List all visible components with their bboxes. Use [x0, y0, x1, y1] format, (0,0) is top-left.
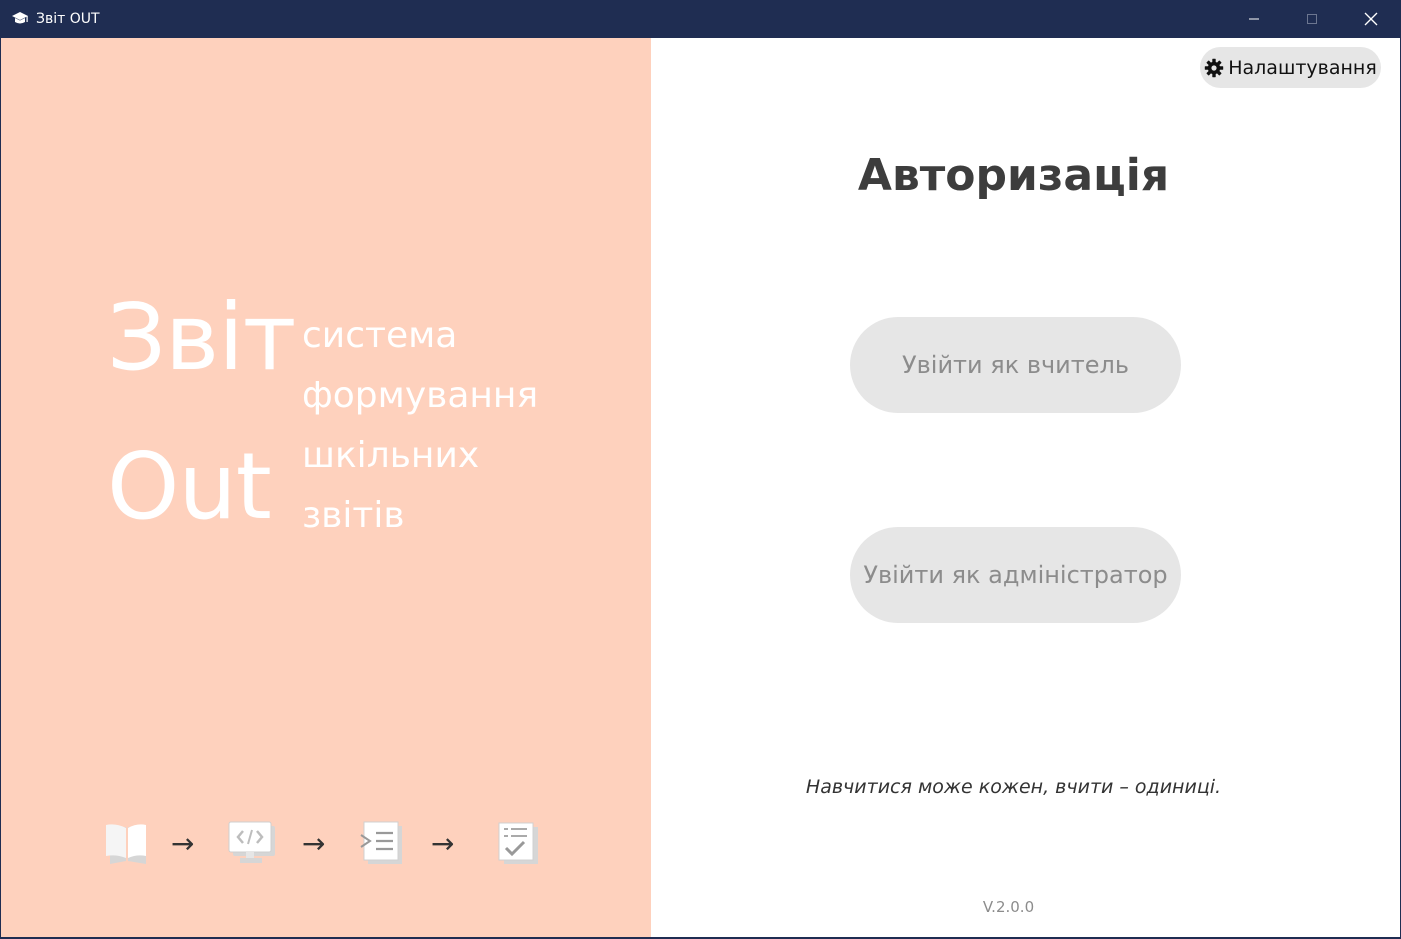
workflow-arrow: → [431, 827, 455, 860]
login-admin-button[interactable]: Увійти як адміністратор [850, 527, 1181, 623]
tagline-line: система [302, 315, 458, 356]
app-window: Звіт OUT Звіт Out система формування шкі… [0, 0, 1401, 939]
minimize-icon [1249, 18, 1259, 20]
settings-button[interactable]: Налаштування [1200, 47, 1381, 88]
close-icon [1364, 12, 1378, 26]
checklist-icon [498, 822, 538, 864]
motto-quote: Навчитися може кожен, вчити – одиниці. [805, 776, 1222, 798]
maximize-button[interactable] [1283, 0, 1341, 38]
tagline-line: шкільних [302, 435, 480, 476]
import-list-icon [360, 821, 402, 864]
version-label: V.2.0.0 [982, 898, 1035, 916]
settings-label: Налаштування [1228, 56, 1377, 79]
logo-word-out: Out [107, 433, 272, 540]
close-button[interactable] [1342, 0, 1400, 38]
gear-icon [1205, 58, 1224, 77]
graduation-cap-icon [12, 12, 28, 24]
window-title: Звіт OUT [36, 11, 100, 27]
book-icon [106, 824, 146, 864]
tagline: система формування шкільних звітів [302, 306, 642, 546]
maximize-icon [1307, 14, 1317, 24]
code-monitor-icon [228, 821, 275, 863]
workflow-arrow: → [171, 827, 195, 860]
tagline-line: звітів [302, 495, 405, 536]
page-title: Авторизація [857, 150, 1170, 201]
logo-word-zvit: Звіт [107, 284, 296, 391]
minimize-button[interactable] [1225, 0, 1283, 38]
tagline-line: формування [302, 375, 539, 416]
login-teacher-button[interactable]: Увійти як вчитель [850, 317, 1181, 413]
workflow-arrow: → [302, 827, 326, 860]
title-bar: Звіт OUT [0, 0, 1401, 38]
